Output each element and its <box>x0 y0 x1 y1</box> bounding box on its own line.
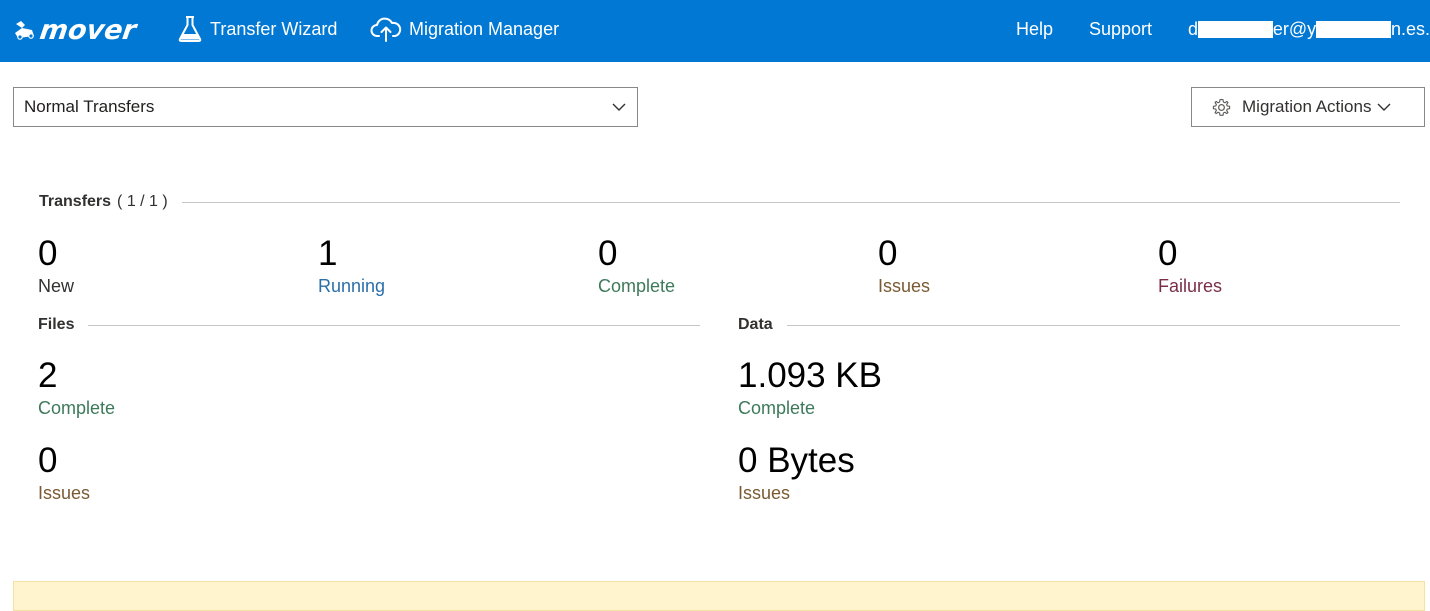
stat-label: Issues <box>38 483 91 503</box>
chevron-down-icon <box>1377 103 1391 111</box>
stat-label: New <box>38 276 75 296</box>
nav-support[interactable]: Support <box>1089 0 1152 58</box>
redaction-block <box>1198 20 1273 38</box>
transfers-section-header: Transfers ( 1 / 1 ) <box>39 191 1400 213</box>
data-issues-stat: 0 Bytes Issues <box>738 441 855 504</box>
top-navigation-bar: mover Transfer Wizard Migration Manager … <box>0 0 1430 62</box>
nav-migration-manager-label: Migration Manager <box>409 18 560 39</box>
migration-actions-label: Migration Actions <box>1242 97 1372 116</box>
stat-value: 0 <box>1158 234 1178 273</box>
data-section-header: Data <box>738 314 1400 336</box>
data-complete-stat: 1.093 KB Complete <box>738 356 882 419</box>
nav-support-label: Support <box>1089 18 1153 39</box>
stat-running[interactable]: 1 Running <box>318 234 385 297</box>
transfers-title: Transfers <box>39 193 112 210</box>
notice-banner <box>13 581 1425 611</box>
user-email-part: er@y <box>1272 18 1317 39</box>
nav-transfer-wizard-label: Transfer Wizard <box>210 18 338 39</box>
stat-label: Running <box>318 276 386 296</box>
redaction-block <box>1316 20 1391 38</box>
transfer-view-select[interactable]: Normal Transfers <box>13 87 638 127</box>
stat-value: 0 <box>38 441 58 480</box>
stat-failures[interactable]: 0 Failures <box>1158 234 1222 297</box>
files-issues-stat: 0 Issues <box>38 441 90 504</box>
stat-label: Issues <box>878 276 931 296</box>
stat-value: 0 <box>878 234 898 273</box>
files-section-header: Files <box>38 314 700 336</box>
transfer-view-select-value: Normal Transfers <box>24 97 155 116</box>
user-email-part: n.es. <box>1390 18 1430 39</box>
stat-complete[interactable]: 0 Complete <box>598 234 675 297</box>
mover-logo[interactable]: mover <box>12 13 139 47</box>
stat-value: 0 <box>38 234 58 273</box>
stat-value: 1 <box>318 234 338 273</box>
transfers-count: ( 1 / 1 ) <box>117 193 168 210</box>
data-title: Data <box>738 316 773 333</box>
flask-icon <box>178 16 202 42</box>
chevron-down-icon <box>612 103 626 111</box>
cloud-upload-icon <box>370 17 402 42</box>
section-divider <box>181 201 1400 203</box>
stat-new[interactable]: 0 New <box>38 234 74 297</box>
section-divider <box>786 324 1400 326</box>
stat-label: Failures <box>1158 276 1223 296</box>
stat-value: 0 Bytes <box>738 441 855 480</box>
nav-transfer-wizard[interactable]: Transfer Wizard <box>177 0 337 58</box>
files-complete-stat: 2 Complete <box>38 356 115 419</box>
gear-icon <box>1212 98 1231 116</box>
user-account-menu[interactable]: d er@y n.es. <box>1188 0 1430 58</box>
stat-value: 1.093 KB <box>738 356 882 395</box>
stat-value: 0 <box>598 234 618 273</box>
user-email-part: d <box>1188 18 1199 39</box>
nav-help-label: Help <box>1016 18 1054 39</box>
mover-mascot-icon <box>15 21 34 40</box>
nav-migration-manager[interactable]: Migration Manager <box>370 0 559 58</box>
stat-label: Issues <box>738 483 791 503</box>
files-title: Files <box>38 316 75 333</box>
brand-wordmark: mover <box>37 14 139 46</box>
stat-value: 2 <box>38 356 58 395</box>
stat-label: Complete <box>38 398 116 418</box>
stat-label: Complete <box>598 276 676 296</box>
stat-issues[interactable]: 0 Issues <box>878 234 930 297</box>
migration-actions-button[interactable]: Migration Actions <box>1191 87 1425 127</box>
section-divider <box>88 324 700 326</box>
nav-help[interactable]: Help <box>1016 0 1053 58</box>
stat-label: Complete <box>738 398 816 418</box>
